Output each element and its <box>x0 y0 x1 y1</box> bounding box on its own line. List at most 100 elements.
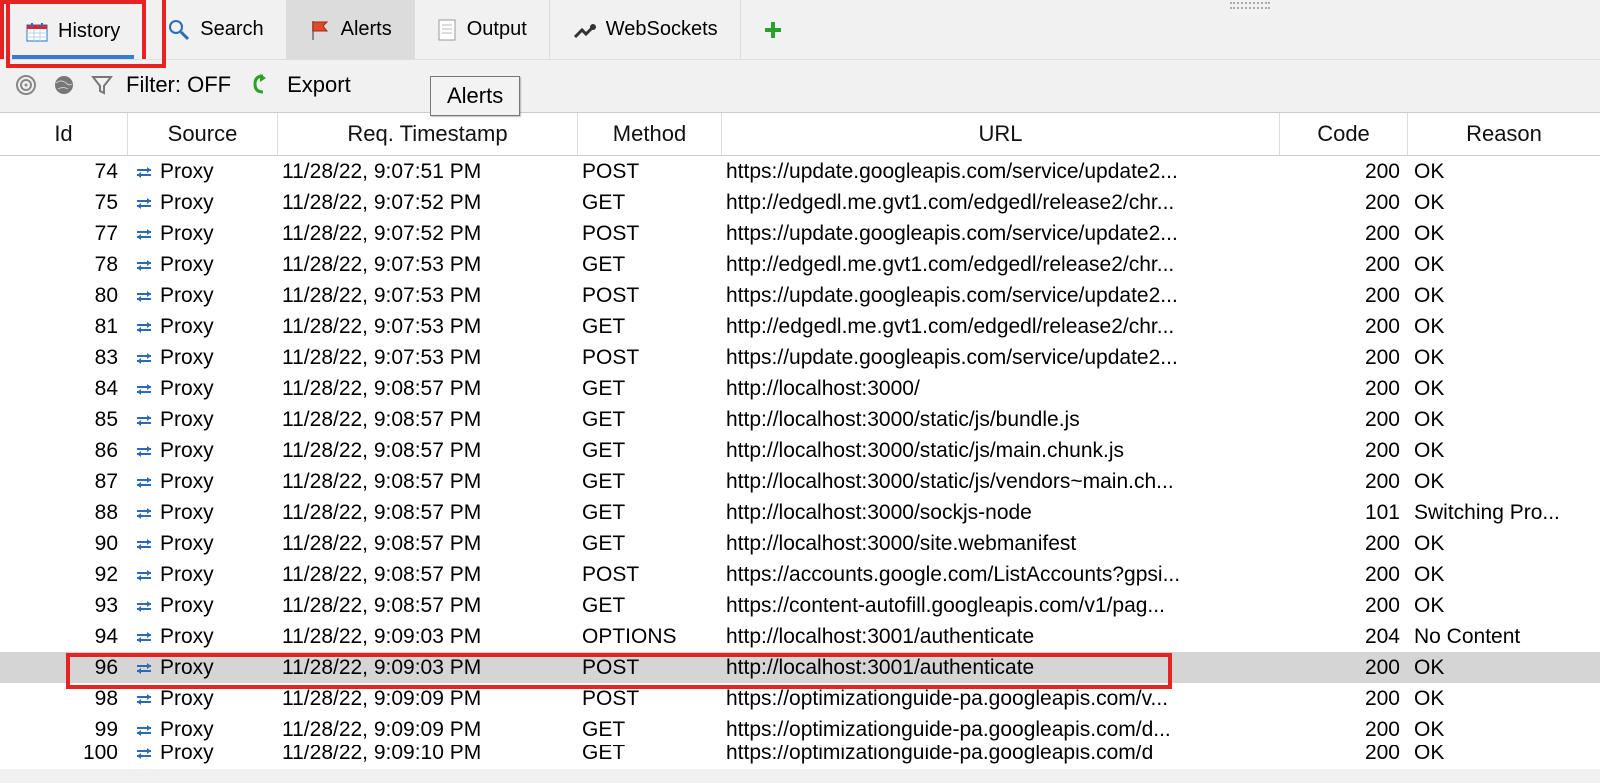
table-row[interactable]: 93Proxy11/28/22, 9:08:57 PMGEThttps://co… <box>0 590 1600 621</box>
table-row[interactable]: 94Proxy11/28/22, 9:09:03 PMOPTIONShttp:/… <box>0 621 1600 652</box>
cell-code: 200 <box>1280 253 1408 277</box>
cell-id: 94 <box>0 625 128 649</box>
proxy-arrow-icon <box>134 724 154 736</box>
cell-source: Proxy <box>128 253 278 277</box>
table-row[interactable]: 96Proxy11/28/22, 9:09:03 PMPOSThttp://lo… <box>0 652 1600 683</box>
col-method[interactable]: Method <box>578 113 722 155</box>
cell-url: http://localhost:3000/ <box>722 377 1280 401</box>
table-row[interactable]: 88Proxy11/28/22, 9:08:57 PMGEThttp://loc… <box>0 497 1600 528</box>
cell-code: 200 <box>1280 656 1408 680</box>
cell-id: 86 <box>0 439 128 463</box>
cell-code: 200 <box>1280 408 1408 432</box>
cell-source: Proxy <box>128 532 278 556</box>
cell-timestamp: 11/28/22, 9:08:57 PM <box>278 408 578 432</box>
cell-source: Proxy <box>128 284 278 308</box>
proxy-arrow-icon <box>134 538 154 550</box>
cell-id: 78 <box>0 253 128 277</box>
cell-source: Proxy <box>128 439 278 463</box>
cell-source: Proxy <box>128 160 278 184</box>
col-source[interactable]: Source <box>128 113 278 155</box>
table-row[interactable]: 86Proxy11/28/22, 9:08:57 PMGEThttp://loc… <box>0 435 1600 466</box>
cell-reason: Switching Pro... <box>1408 501 1600 525</box>
table-row[interactable]: 74Proxy11/28/22, 9:07:51 PMPOSThttps://u… <box>0 156 1600 187</box>
cell-timestamp: 11/28/22, 9:09:09 PM <box>278 687 578 711</box>
proxy-arrow-icon <box>134 197 154 209</box>
table-row[interactable]: 83Proxy11/28/22, 9:07:53 PMPOSThttps://u… <box>0 342 1600 373</box>
cell-method: GET <box>578 470 722 494</box>
cell-reason: OK <box>1408 470 1600 494</box>
cell-url: http://localhost:3000/static/js/vendors~… <box>722 470 1280 494</box>
cell-url: https://update.googleapis.com/service/up… <box>722 222 1280 246</box>
table-row[interactable]: 99Proxy11/28/22, 9:09:09 PMGEThttps://op… <box>0 714 1600 745</box>
table-row[interactable]: 87Proxy11/28/22, 9:08:57 PMGEThttp://loc… <box>0 466 1600 497</box>
col-url[interactable]: URL <box>722 113 1280 155</box>
target-button[interactable] <box>12 71 40 99</box>
cell-url: http://localhost:3000/sockjs-node <box>722 501 1280 525</box>
col-timestamp[interactable]: Req. Timestamp <box>278 113 578 155</box>
cell-code: 200 <box>1280 222 1408 246</box>
cell-id: 85 <box>0 408 128 432</box>
table-row[interactable]: 100Proxy11/28/22, 9:09:10 PMGEThttps://o… <box>0 745 1600 769</box>
cell-reason: OK <box>1408 284 1600 308</box>
cell-url: https://content-autofill.googleapis.com/… <box>722 594 1280 618</box>
cell-method: GET <box>578 191 722 215</box>
cell-timestamp: 11/28/22, 9:07:53 PM <box>278 346 578 370</box>
cell-code: 200 <box>1280 563 1408 587</box>
export-button[interactable] <box>249 71 277 99</box>
table-row[interactable]: 84Proxy11/28/22, 9:08:57 PMGEThttp://loc… <box>0 373 1600 404</box>
globe-button[interactable] <box>50 71 78 99</box>
cell-source: Proxy <box>128 563 278 587</box>
cell-method: OPTIONS <box>578 625 722 649</box>
cell-source: Proxy <box>128 745 278 765</box>
cell-url: https://accounts.google.com/ListAccounts… <box>722 563 1280 587</box>
col-reason[interactable]: Reason <box>1408 113 1600 155</box>
cell-timestamp: 11/28/22, 9:09:03 PM <box>278 656 578 680</box>
cell-source: Proxy <box>128 718 278 742</box>
proxy-arrow-icon <box>134 569 154 581</box>
document-icon <box>437 19 457 41</box>
table-row[interactable]: 85Proxy11/28/22, 9:08:57 PMGEThttp://loc… <box>0 404 1600 435</box>
tab-search[interactable]: Search <box>146 0 286 59</box>
tab-websockets[interactable]: WebSockets <box>550 0 741 59</box>
cell-url: http://localhost:3000/static/js/main.chu… <box>722 439 1280 463</box>
cell-reason: OK <box>1408 594 1600 618</box>
filter-button[interactable] <box>88 71 116 99</box>
tab-add[interactable] <box>741 0 805 59</box>
cell-id: 98 <box>0 687 128 711</box>
cell-code: 200 <box>1280 718 1408 742</box>
grip-handle[interactable] <box>1230 2 1270 10</box>
tab-output[interactable]: Output <box>415 0 550 59</box>
table-row[interactable]: 75Proxy11/28/22, 9:07:52 PMGEThttp://edg… <box>0 187 1600 218</box>
cell-url: https://optimizationguide-pa.googleapis.… <box>722 687 1280 711</box>
cell-timestamp: 11/28/22, 9:08:57 PM <box>278 594 578 618</box>
cell-id: 99 <box>0 718 128 742</box>
cell-method: POST <box>578 687 722 711</box>
col-id[interactable]: Id <box>0 113 128 155</box>
table-row[interactable]: 80Proxy11/28/22, 9:07:53 PMPOSThttps://u… <box>0 280 1600 311</box>
cell-id: 96 <box>0 656 128 680</box>
proxy-arrow-icon <box>134 662 154 674</box>
table-row[interactable]: 77Proxy11/28/22, 9:07:52 PMPOSThttps://u… <box>0 218 1600 249</box>
cell-source: Proxy <box>128 346 278 370</box>
cell-url: http://edgedl.me.gvt1.com/edgedl/release… <box>722 191 1280 215</box>
cell-source: Proxy <box>128 656 278 680</box>
table-row[interactable]: 81Proxy11/28/22, 9:07:53 PMGEThttp://edg… <box>0 311 1600 342</box>
table-row[interactable]: 92Proxy11/28/22, 9:08:57 PMPOSThttps://a… <box>0 559 1600 590</box>
table-row[interactable]: 98Proxy11/28/22, 9:09:09 PMPOSThttps://o… <box>0 683 1600 714</box>
cell-code: 200 <box>1280 284 1408 308</box>
tab-alerts[interactable]: Alerts <box>287 0 415 59</box>
cell-timestamp: 11/28/22, 9:09:09 PM <box>278 718 578 742</box>
cell-id: 90 <box>0 532 128 556</box>
col-code[interactable]: Code <box>1280 113 1408 155</box>
table-row[interactable]: 78Proxy11/28/22, 9:07:53 PMGEThttp://edg… <box>0 249 1600 280</box>
cell-reason: OK <box>1408 687 1600 711</box>
cell-timestamp: 11/28/22, 9:07:52 PM <box>278 191 578 215</box>
tab-history[interactable]: History <box>0 0 146 59</box>
cell-timestamp: 11/28/22, 9:07:53 PM <box>278 284 578 308</box>
tab-output-label: Output <box>467 18 527 41</box>
proxy-arrow-icon <box>134 631 154 643</box>
cell-code: 204 <box>1280 625 1408 649</box>
table-row[interactable]: 90Proxy11/28/22, 9:08:57 PMGEThttp://loc… <box>0 528 1600 559</box>
proxy-arrow-icon <box>134 321 154 333</box>
cell-code: 200 <box>1280 439 1408 463</box>
